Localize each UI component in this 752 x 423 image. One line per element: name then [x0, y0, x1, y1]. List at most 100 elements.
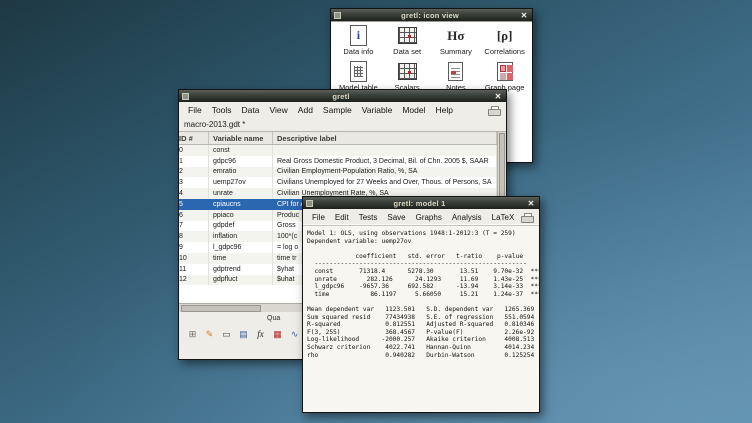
row-id: 0 — [179, 145, 209, 156]
window-menu-icon[interactable] — [306, 200, 313, 207]
close-icon[interactable]: ✕ — [519, 11, 529, 20]
notes-icon — [448, 62, 463, 81]
row-name: gdpdef — [209, 221, 273, 232]
main-menubar: File Tools Data View Add Sample Variable… — [179, 102, 506, 118]
row-id: 10 — [179, 253, 209, 264]
close-icon[interactable]: ✕ — [526, 199, 536, 208]
menu-graphs[interactable]: Graphs — [411, 212, 447, 223]
model-output-area: Model 1: OLS, using observations 1948:1-… — [303, 226, 539, 412]
row-label: Real Gross Domestic Product, 3 Decimal, … — [273, 156, 497, 167]
row-id: 7 — [179, 221, 209, 232]
correlations-icon: [ρ] — [497, 29, 513, 42]
model-window: gretl: model 1 ✕ File Edit Tests Save Gr… — [302, 196, 540, 413]
table-header-row: ID # Variable name Descriptive label — [179, 132, 497, 145]
row-label: Civilian Employment-Population Ratio, %,… — [273, 167, 497, 178]
row-name: ppiaco — [209, 210, 273, 221]
session-item-correlations[interactable]: [ρ] Correlations — [481, 25, 528, 56]
row-name: time — [209, 253, 273, 264]
menu-sample[interactable]: Sample — [318, 104, 357, 116]
menu-file[interactable]: File — [307, 212, 330, 223]
icon-view-titlebar[interactable]: gretl: icon view ✕ — [331, 9, 532, 21]
header-variable-name: Variable name — [209, 132, 273, 144]
menu-add[interactable]: Add — [293, 104, 318, 116]
session-item-scalars[interactable]: Scalars — [384, 61, 431, 92]
menu-file[interactable]: File — [183, 104, 207, 116]
model-table-icon — [350, 61, 367, 82]
desktop: gretl: icon view ✕ i Data info Data set … — [0, 0, 752, 423]
row-name: const — [209, 145, 273, 156]
row-id: 8 — [179, 231, 209, 242]
scalars-icon — [398, 63, 417, 80]
session-item-model-table[interactable]: Model table — [335, 61, 382, 92]
summary-icon: Hσ — [447, 29, 464, 42]
menu-view[interactable]: View — [265, 104, 293, 116]
calculator-icon[interactable]: ⊞ — [185, 327, 200, 342]
print-icon[interactable] — [521, 213, 533, 222]
row-name: cpiaucns — [209, 199, 273, 210]
main-title: gretl — [192, 92, 490, 101]
graph-icon[interactable]: ∿ — [287, 327, 302, 342]
model-output: Model 1: OLS, using observations 1948:1-… — [303, 226, 539, 359]
menu-model[interactable]: Model — [397, 104, 430, 116]
icon-label: Data info — [343, 47, 373, 56]
session-item-notes[interactable]: Notes — [433, 61, 480, 92]
window-menu-icon[interactable] — [182, 93, 189, 100]
row-id: 1 — [179, 156, 209, 167]
session-item-data-info[interactable]: i Data info — [335, 25, 382, 56]
data-set-icon — [398, 27, 417, 44]
session-item-summary[interactable]: Hσ Summary — [433, 25, 480, 56]
table-row[interactable]: 2 emratio Civilian Employment-Population… — [179, 167, 497, 178]
icon-label: Correlations — [484, 47, 524, 56]
model-titlebar[interactable]: gretl: model 1 ✕ — [303, 197, 539, 209]
row-name: gdpc96 — [209, 156, 273, 167]
row-id: 11 — [179, 264, 209, 275]
header-descriptive-label: Descriptive label — [273, 132, 497, 144]
row-id: 4 — [179, 188, 209, 199]
close-icon[interactable]: ✕ — [493, 92, 503, 101]
row-id: 6 — [179, 210, 209, 221]
table-row[interactable]: 3 uemp27ov Civilians Unemployed for 27 W… — [179, 177, 497, 188]
menu-variable[interactable]: Variable — [357, 104, 398, 116]
row-label: Civilians Unemployed for 27 Weeks and Ov… — [273, 177, 497, 188]
model-title: gretl: model 1 — [316, 199, 523, 208]
menu-tools[interactable]: Tools — [207, 104, 237, 116]
row-id: 9 — [179, 242, 209, 253]
icon-label: Data set — [393, 47, 421, 56]
function-icon[interactable]: fx — [253, 327, 268, 342]
menu-latex[interactable]: LaTeX — [487, 212, 520, 223]
dataset-name-label: macro-2013.gdt * — [179, 118, 506, 131]
row-label — [273, 145, 497, 156]
window-menu-icon[interactable] — [334, 12, 341, 19]
menu-data[interactable]: Data — [237, 104, 265, 116]
graph-page-icon — [497, 62, 513, 81]
console-icon[interactable]: ▭ — [219, 327, 234, 342]
menu-edit[interactable]: Edit — [330, 212, 354, 223]
header-id: ID # — [179, 132, 209, 144]
row-name: unrate — [209, 188, 273, 199]
model-menubar: File Edit Tests Save Graphs Analysis LaT… — [303, 209, 539, 226]
row-name: emratio — [209, 167, 273, 178]
session-item-graph-page[interactable]: Graph page — [481, 61, 528, 92]
iconview-icon[interactable]: ▦ — [270, 327, 285, 342]
session-item-data-set[interactable]: Data set — [384, 25, 431, 56]
row-id: 5 — [179, 199, 209, 210]
icon-view-title: gretl: icon view — [344, 11, 516, 20]
menu-tests[interactable]: Tests — [354, 212, 383, 223]
edit-icon[interactable]: ✎ — [202, 327, 217, 342]
session-icon[interactable]: ▤ — [236, 327, 251, 342]
main-titlebar[interactable]: gretl ✕ — [179, 90, 506, 102]
horizontal-scrollbar-thumb[interactable] — [181, 305, 261, 312]
menu-analysis[interactable]: Analysis — [447, 212, 487, 223]
table-row[interactable]: 0 const — [179, 145, 497, 156]
row-id: 12 — [179, 275, 209, 286]
row-name: uemp27ov — [209, 177, 273, 188]
icon-label: Summary — [440, 47, 472, 56]
table-row[interactable]: 1 gdpc96 Real Gross Domestic Product, 3 … — [179, 156, 497, 167]
menu-help[interactable]: Help — [430, 104, 457, 116]
row-name: l_gdpc96 — [209, 242, 273, 253]
menu-save[interactable]: Save — [382, 212, 410, 223]
row-id: 3 — [179, 177, 209, 188]
print-icon[interactable] — [488, 106, 500, 115]
row-id: 2 — [179, 167, 209, 178]
row-name: gdpfluct — [209, 275, 273, 286]
